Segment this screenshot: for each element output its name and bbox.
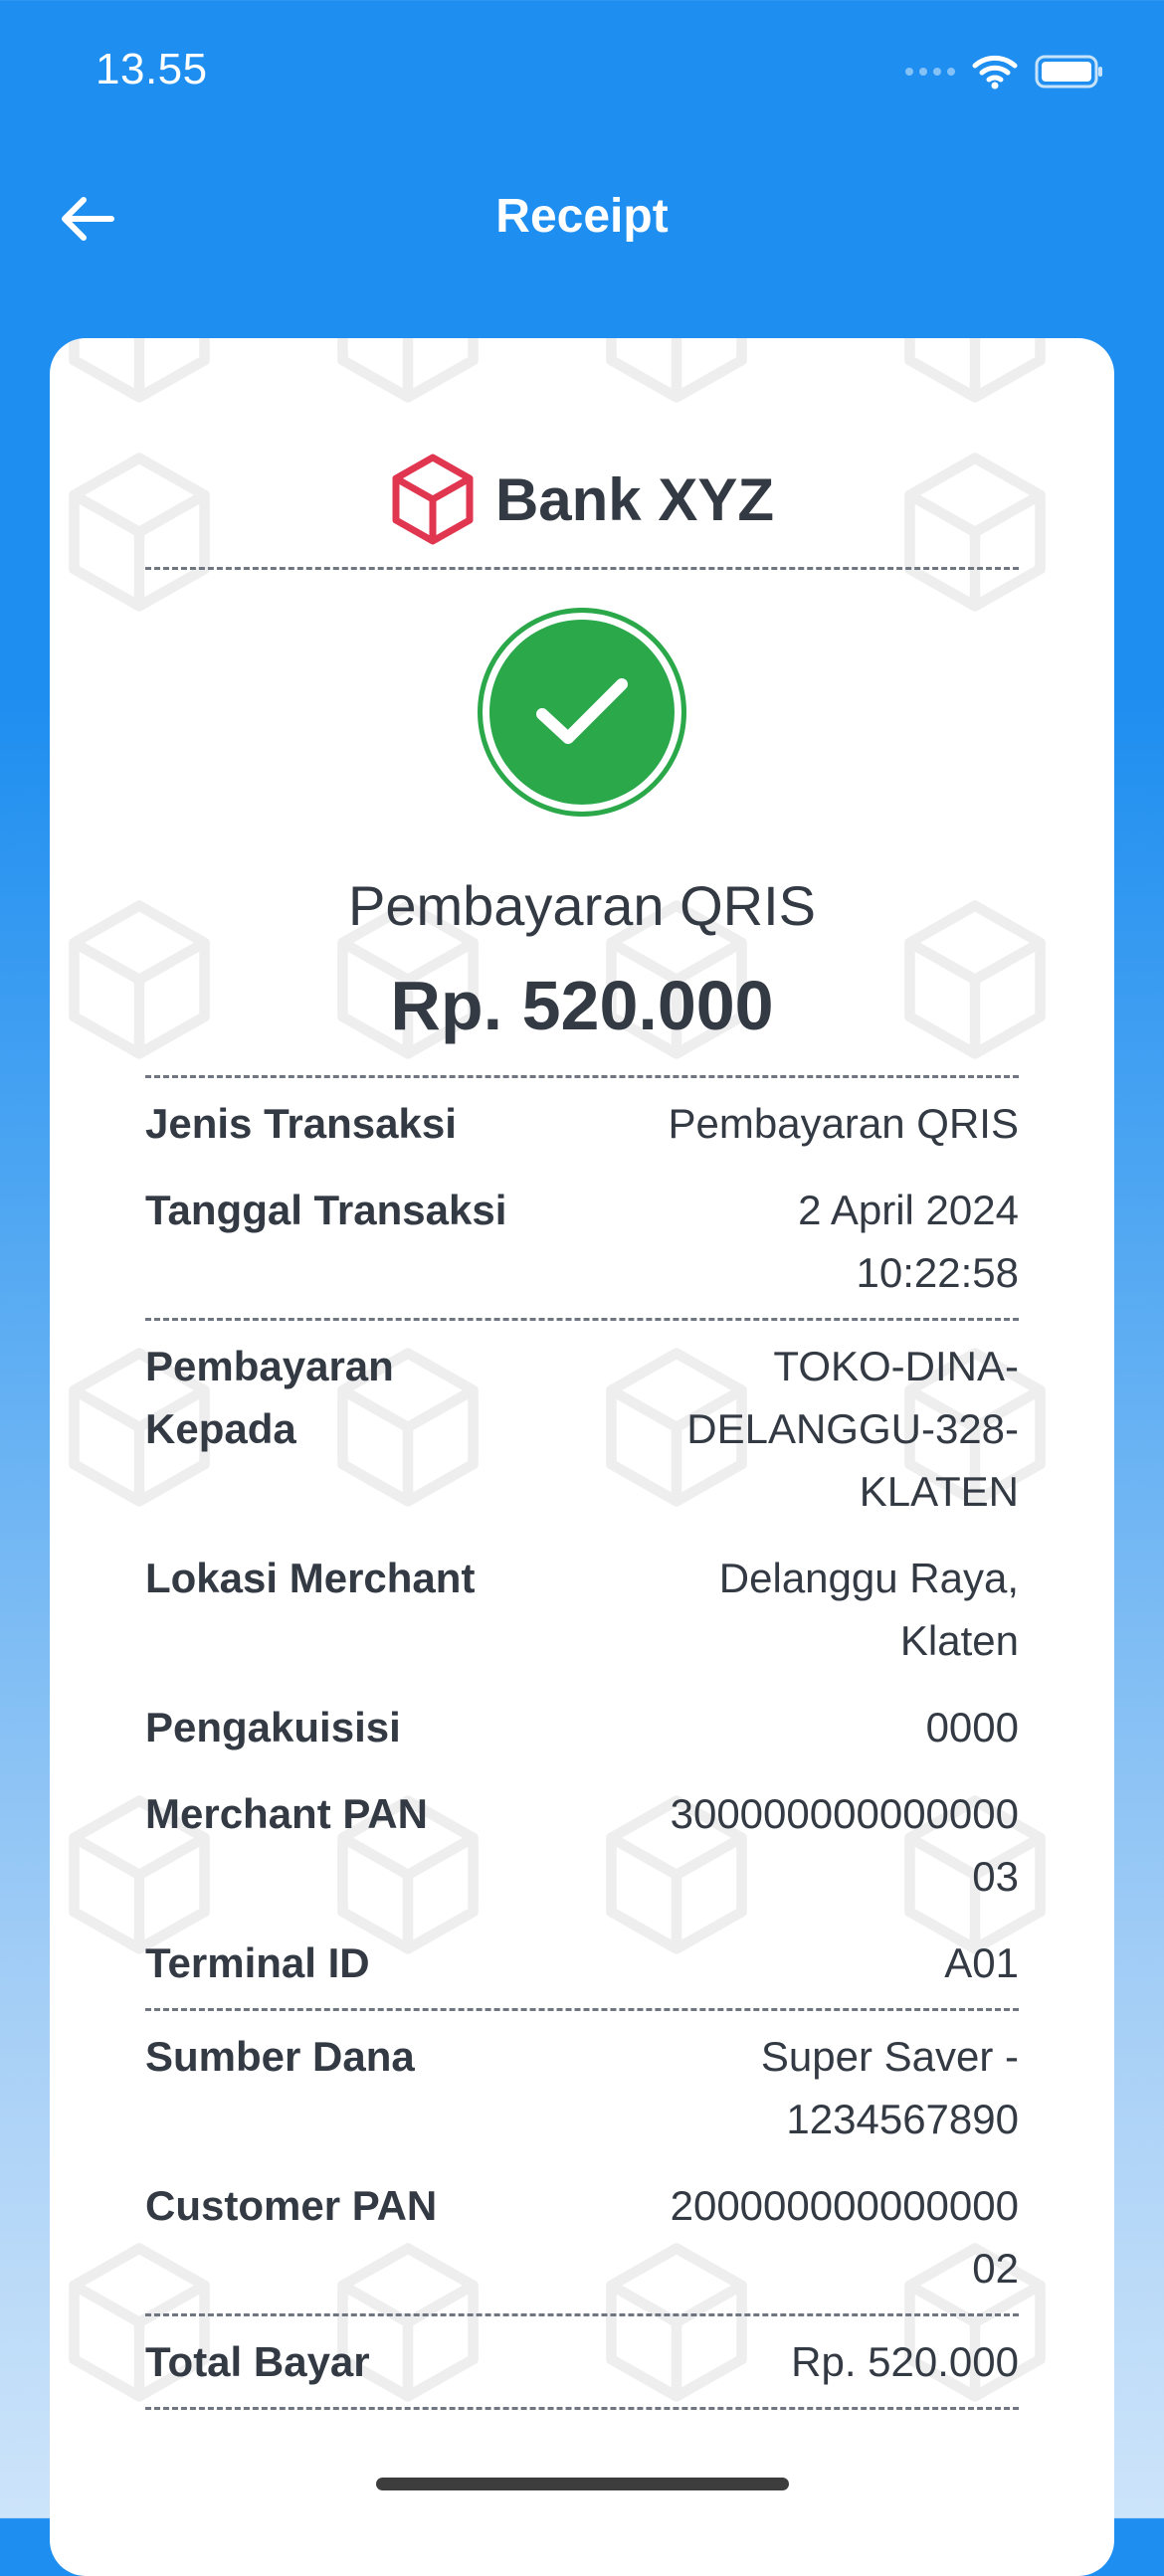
detail-value: Delanggu Raya, Klaten bbox=[718, 1555, 1019, 1664]
home-indicator[interactable] bbox=[376, 2478, 789, 2490]
detail-value: Pembayaran QRIS bbox=[668, 1100, 1020, 1147]
detail-row: Jenis Transaksi Pembayaran QRIS bbox=[145, 1092, 1019, 1155]
cube-icon bbox=[392, 454, 474, 545]
detail-label: Tanggal Transaksi bbox=[145, 1187, 507, 1233]
receipt-content: Bank XYZ Pembayaran QRIS Rp. 520.000 Jen… bbox=[145, 448, 1019, 2410]
detail-label: Lokasi Merchant bbox=[145, 1555, 476, 1601]
watermark-cube-icon bbox=[328, 338, 487, 408]
status-bar: 13.55 bbox=[0, 0, 1164, 149]
total-value: Rp. 520.000 bbox=[791, 2338, 1019, 2385]
detail-label: Pengakuisisi bbox=[145, 1704, 401, 1750]
detail-value: Super Saver - 1234567890 bbox=[760, 2033, 1019, 2142]
detail-row: Lokasi Merchant Delanggu Raya, Klaten bbox=[145, 1547, 1019, 1672]
detail-section: Jenis Transaksi Pembayaran QRIS Tanggal … bbox=[145, 1078, 1019, 1318]
total-label: Total Bayar bbox=[145, 2338, 370, 2385]
app-bar: Receipt bbox=[0, 169, 1164, 269]
detail-value: TOKO-DINA- DELANGGU-328- KLATEN bbox=[686, 1343, 1019, 1515]
watermark-cube-icon bbox=[60, 338, 219, 408]
detail-row: Merchant PAN 300000000000000 03 bbox=[145, 1782, 1019, 1908]
check-circle-icon bbox=[478, 608, 686, 817]
detail-section: Pembayaran Kepada TOKO-DINA- DELANGGU-32… bbox=[145, 1321, 1019, 2008]
total-section: Total Bayar Rp. 520.000 bbox=[145, 2316, 1019, 2407]
page-title: Receipt bbox=[495, 190, 669, 243]
detail-label: Terminal ID bbox=[145, 1939, 370, 1986]
detail-value: A01 bbox=[944, 1939, 1019, 1986]
dashed-divider bbox=[145, 567, 1019, 570]
status-time: 13.55 bbox=[96, 45, 208, 93]
watermark-cube-icon bbox=[597, 338, 756, 408]
detail-row: Sumber Dana Super Saver - 1234567890 bbox=[145, 2025, 1019, 2150]
detail-row: Tanggal Transaksi 2 April 2024 10:22:58 bbox=[145, 1179, 1019, 1304]
bank-header: Bank XYZ bbox=[145, 448, 1019, 551]
detail-section: Sumber Dana Super Saver - 1234567890 Cus… bbox=[145, 2011, 1019, 2313]
transaction-amount: Rp. 520.000 bbox=[390, 967, 774, 1044]
detail-label: Pembayaran Kepada bbox=[145, 1343, 394, 1452]
dashed-divider bbox=[145, 2407, 1019, 2410]
transaction-title: Pembayaran QRIS bbox=[348, 874, 816, 937]
detail-label: Jenis Transaksi bbox=[145, 1100, 457, 1147]
signal-icon bbox=[905, 68, 955, 76]
detail-label: Customer PAN bbox=[145, 2182, 438, 2229]
detail-value: 200000000000000 02 bbox=[670, 2182, 1019, 2292]
watermark-cube-icon bbox=[895, 338, 1055, 408]
receipt-card: Bank XYZ Pembayaran QRIS Rp. 520.000 Jen… bbox=[50, 338, 1114, 2576]
detail-label: Merchant PAN bbox=[145, 1790, 428, 1837]
detail-label: Sumber Dana bbox=[145, 2033, 415, 2080]
wifi-icon bbox=[972, 55, 1018, 90]
status-icons bbox=[905, 52, 1104, 92]
detail-row: Pengakuisisi 0000 bbox=[145, 1696, 1019, 1758]
bank-name: Bank XYZ bbox=[494, 465, 775, 533]
battery-icon bbox=[1035, 55, 1102, 89]
detail-value: 0000 bbox=[925, 1704, 1019, 1750]
detail-row: Pembayaran Kepada TOKO-DINA- DELANGGU-32… bbox=[145, 1335, 1019, 1523]
detail-value: 300000000000000 03 bbox=[670, 1790, 1019, 1900]
detail-row: Terminal ID A01 bbox=[145, 1932, 1019, 1994]
total-row: Total Bayar Rp. 520.000 bbox=[145, 2330, 1019, 2393]
detail-row: Customer PAN 200000000000000 02 bbox=[145, 2174, 1019, 2300]
detail-value: 2 April 2024 10:22:58 bbox=[798, 1187, 1019, 1296]
success-status bbox=[145, 608, 1019, 817]
